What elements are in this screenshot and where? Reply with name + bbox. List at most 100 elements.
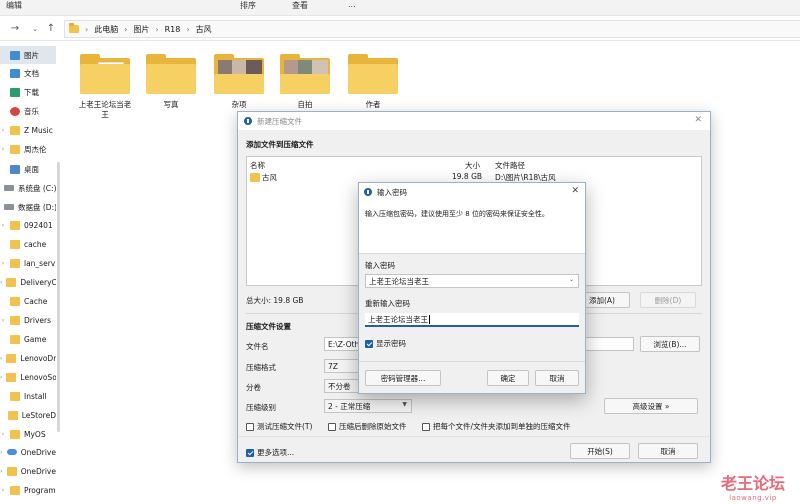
folder-icon [6,372,17,382]
folder-icon [7,410,18,420]
column-path[interactable]: 文件路径 [495,160,525,171]
sidebar-item-onedrive[interactable]: › OneDrive [0,443,56,461]
browse-button[interactable]: 浏览(B)... [640,336,700,352]
folder-icon [214,54,264,94]
sidebar-item-pictures[interactable]: 图片 [0,46,56,64]
drive-icon [4,204,14,210]
folder-icon [10,239,20,249]
sidebar-item-lenovodr[interactable]: › LenovoDr [0,349,56,367]
total-size: 总大小: 19.8 GB [246,296,304,305]
sidebar-item-jay[interactable]: › 周杰伦 [0,140,56,158]
ok-button[interactable]: 确定 [487,370,529,386]
command-more[interactable]: ... [348,0,356,9]
thumbnail-image [312,60,328,74]
downloads-icon [10,87,20,97]
format-label: 压缩格式 [246,363,276,372]
sidebar-item-lenovoso[interactable]: › LenovoSo [0,368,56,386]
close-icon[interactable]: ✕ [694,115,702,125]
cancel-button[interactable]: 取消 [535,370,579,386]
folder-icon [69,23,79,33]
folder-tile[interactable]: 写真 [142,54,200,110]
folder-icon [10,296,20,306]
close-icon[interactable]: ✕ [571,186,579,196]
separate-archives-checkbox[interactable]: 把每个文件/文件夹添加到单独的压缩文件 [422,421,571,432]
app-icon [364,188,372,196]
sidebar-scrollbar[interactable] [57,162,60,432]
sidebar-item-z-music[interactable]: › Z Music [0,121,56,139]
folder-tile[interactable]: 自拍 [276,54,334,110]
level-label: 压缩级别 [246,403,276,412]
folder-icon [10,485,20,495]
section-archive-settings: 压缩文件设置 [246,322,291,331]
drive-icon [4,185,14,191]
start-button[interactable]: 开始(S) [570,443,630,459]
folder-icon [10,220,20,230]
sidebar-item-downloads[interactable]: 下载 [0,83,56,101]
advanced-settings-button[interactable]: 高级设置 » [604,398,698,414]
delete-button[interactable]: 删除(D) [640,292,696,308]
up-icon[interactable]: ↑ [44,22,58,36]
column-name[interactable]: 名称 [250,160,265,171]
folder-icon [10,429,20,439]
sidebar-item-desktop[interactable]: 桌面 [0,160,56,178]
sidebar-item-drive-c[interactable]: 系统盘 (C:) [0,179,56,197]
folder-icon [10,334,20,344]
folder-icon [80,54,130,94]
watermark-logo: 老王论坛 laowang.vip [720,474,785,502]
level-select[interactable]: 2 - 正常压缩 ▼ [324,399,412,413]
sidebar-item-lestored[interactable]: LeStoreD [0,406,56,424]
sidebar-item-drive-d[interactable]: 数据盘 (D:) [0,198,56,216]
sidebar-item-delivery[interactable]: › DeliveryC [0,273,56,291]
breadcrumb-item[interactable]: 古风 [196,24,212,35]
breadcrumb-item[interactable]: R18 [165,25,181,34]
sidebar-item-lan-serv[interactable]: › lan_serv [0,254,56,272]
sidebar-item-documents[interactable]: 文档 [0,64,56,82]
show-password-checkbox[interactable]: 显示密码 [365,338,406,349]
thumbnail-image [246,60,262,74]
sidebar-item-onedrive2[interactable]: › OneDrive [0,462,56,480]
folder-tile[interactable]: 杂项 [210,54,268,110]
folder-tile[interactable]: 上老王论坛当老王 [76,54,134,120]
command-sort[interactable]: 排序 [240,0,256,11]
sidebar-item-game[interactable]: Game [0,330,56,348]
password-manager-button[interactable]: 密码管理器... [365,370,441,386]
folder-icon [6,277,17,287]
password-hint-area: 输入压缩包密码，建议使用至少 8 位的密码来保证安全性。 [359,201,585,253]
folder-tile[interactable]: 作者 [344,54,402,110]
command-view[interactable]: 查看 [292,0,308,11]
password-hint: 输入压缩包密码，建议使用至少 8 位的密码来保证安全性。 [365,210,549,218]
music-icon [10,106,20,116]
filename-label: 文件名 [246,342,269,351]
folder-icon [146,54,196,94]
folder-icon [10,258,20,268]
delete-source-checkbox[interactable]: 压缩后删除原始文件 [328,421,407,432]
dialog-titlebar: 新建压缩文件 ✕ [238,112,710,130]
breadcrumb-item[interactable]: 图片 [133,24,149,35]
chevron-down-icon[interactable]: ⌄ [569,276,574,283]
column-size[interactable]: 大小 [465,160,480,171]
sidebar-item-install[interactable]: Install [0,387,56,405]
repeat-password-input[interactable]: 上老王论坛当老王 [365,313,579,327]
sidebar-item-drivers[interactable]: › Drivers [0,311,56,329]
split-label: 分卷 [246,383,261,392]
sidebar-item-myos[interactable]: › MyOS [0,425,56,443]
recent-chevron-icon[interactable]: ⌄ [28,22,42,36]
sidebar-item-cache2[interactable]: Cache [0,292,56,310]
cancel-button[interactable]: 取消 [638,443,698,459]
app-icon [244,117,252,125]
address-bar[interactable]: › 此电脑 › 图片 › R18 › 古风 [64,20,800,38]
breadcrumb-item[interactable]: 此电脑 [94,24,118,35]
section-add-files: 添加文件到压缩文件 [246,140,314,149]
sidebar-item-cache[interactable]: cache [0,235,56,253]
folder-icon [10,144,20,154]
more-options-checkbox[interactable]: 更多选项... [246,447,294,458]
password-input[interactable]: 上老王论坛当老王 ⌄ [365,274,579,288]
command-edit[interactable]: 编辑 [6,0,22,11]
forward-icon[interactable]: → [8,22,22,36]
sidebar-item-music[interactable]: 音乐 [0,102,56,120]
dialog-title: 新建压缩文件 [257,116,302,126]
pictures-icon [10,50,20,60]
test-archive-checkbox[interactable]: 测试压缩文件(T) [246,421,312,432]
sidebar-item-program[interactable]: › Program [0,481,56,499]
sidebar-item-092401[interactable]: › 092401 [0,216,56,234]
